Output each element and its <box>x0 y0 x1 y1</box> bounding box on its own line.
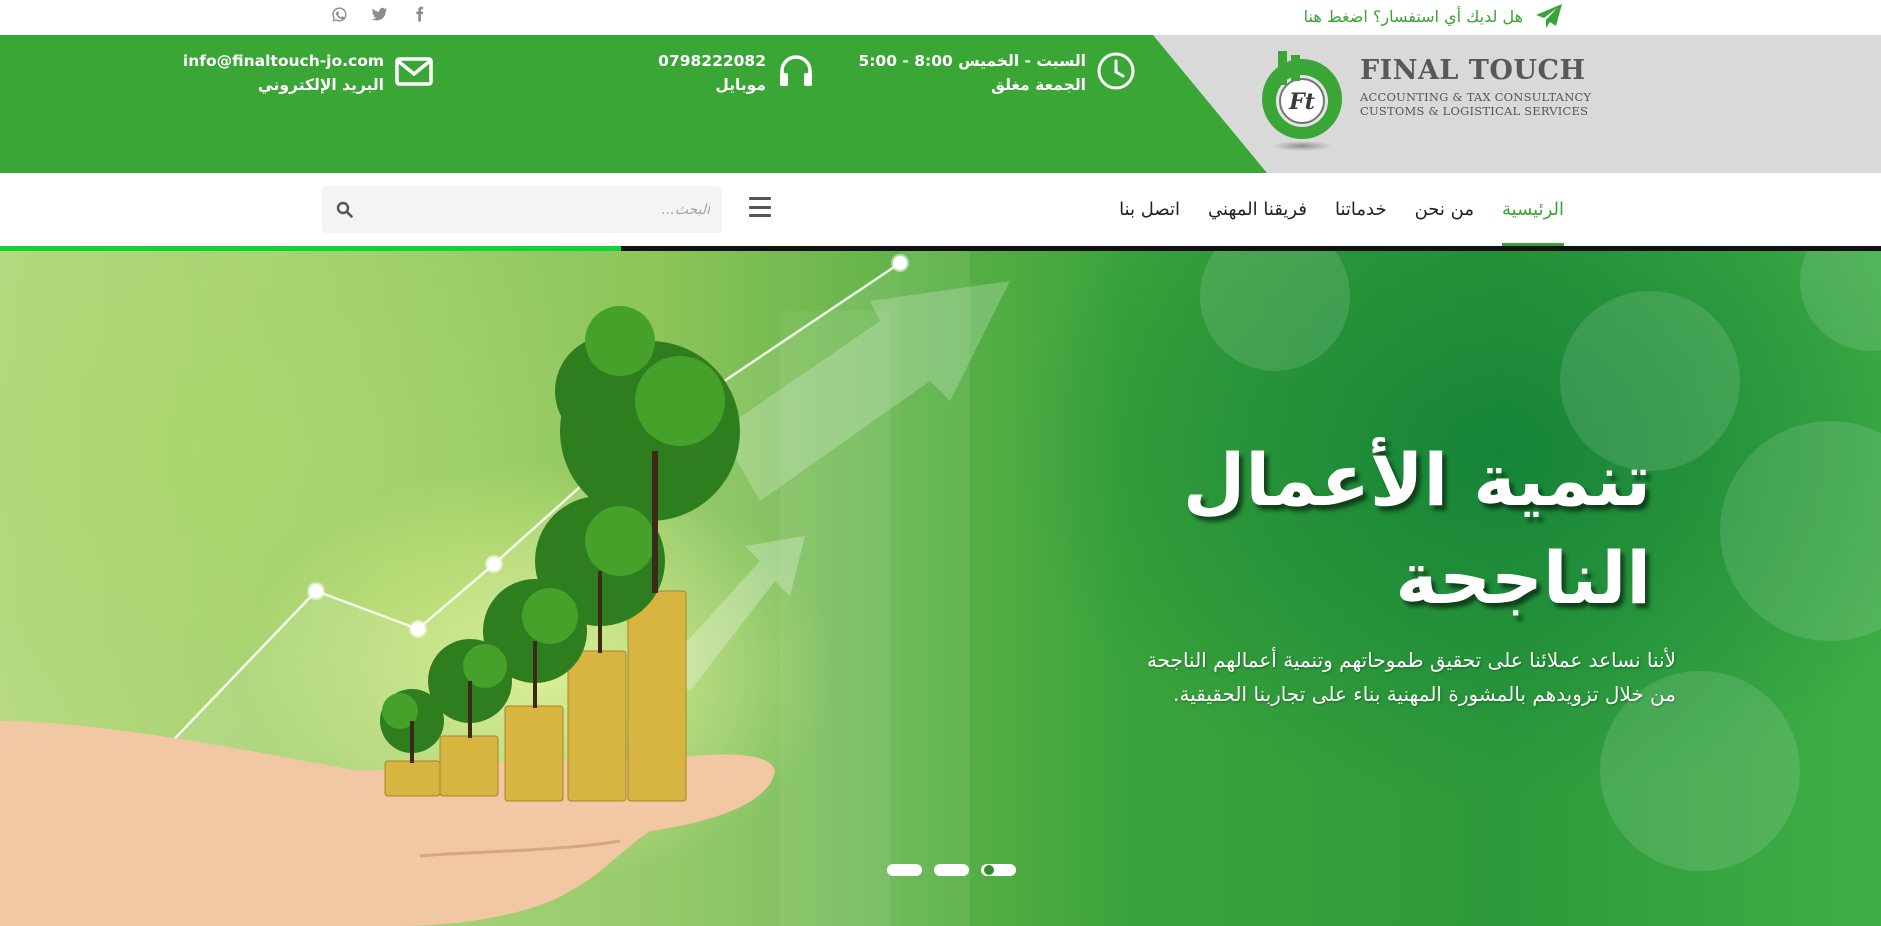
logo-shadow <box>1272 141 1332 151</box>
clock-icon <box>1097 52 1135 90</box>
hero-headline-line1: تنمية الأعمال <box>1182 438 1651 522</box>
nav-item-about[interactable]: من نحن <box>1401 173 1488 246</box>
slider-dot[interactable] <box>934 864 969 876</box>
hamburger-menu-icon[interactable] <box>749 197 771 217</box>
hero-headline-line2: الناجحة <box>1395 536 1651 620</box>
hero-subtitle-line2: من خلال تزويدهم بالمشورة المهنية بناء عل… <box>1173 682 1676 706</box>
hours-closed: الجمعة مغلق <box>991 76 1086 94</box>
logo[interactable]: Ft FINAL TOUCH ACCOUNTING & TAX CONSULTA… <box>1252 35 1591 173</box>
main-nav: الرئيسية من نحن خدماتنا فريقنا المهني ات… <box>0 173 1881 246</box>
nav-item-team[interactable]: فريقنا المهني <box>1194 173 1321 246</box>
paper-plane-icon <box>1536 4 1562 28</box>
brand-text: FINAL TOUCH ACCOUNTING & TAX CONSULTANCY… <box>1360 55 1591 118</box>
email-contact[interactable]: info@finaltouch-jo.com البريد الإلكتروني <box>183 49 434 119</box>
headphones-icon <box>780 55 812 86</box>
facebook-icon[interactable] <box>410 5 428 23</box>
header-band: Ft FINAL TOUCH ACCOUNTING & TAX CONSULTA… <box>0 35 1881 173</box>
brand-name: FINAL TOUCH <box>1360 55 1586 86</box>
inquiry-text: هل لديك أي استفسار؟ اضغط هنا <box>1303 6 1523 26</box>
hero-subtitle-line1: لأننا نساعد عملائنا على تحقيق طموحاتهم و… <box>1146 648 1676 672</box>
hero-subtitle: لأننا نساعد عملائنا على تحقيق طموحاتهم و… <box>956 643 1676 711</box>
slider-dot-active[interactable] <box>981 864 1016 876</box>
working-hours: السبت - الخميس 8:00 - 5:00 الجمعة مغلق <box>858 49 1136 119</box>
phone-number: 0798222082 <box>658 52 766 70</box>
envelope-icon <box>395 57 433 86</box>
phone-contact[interactable]: 0798222082 موبايل <box>658 49 816 119</box>
inquiry-link[interactable]: هل لديك أي استفسار؟ اضغط هنا <box>1304 3 1563 29</box>
email-address: info@finaltouch-jo.com <box>182 52 384 70</box>
logo-mark: Ft <box>1262 51 1342 139</box>
nav-item-contact[interactable]: اتصل بنا <box>1105 173 1194 246</box>
search-icon[interactable] <box>336 201 353 218</box>
svg-text:Ft: Ft <box>1288 89 1315 115</box>
nav-item-home[interactable]: الرئيسية <box>1488 173 1578 246</box>
whatsapp-icon[interactable] <box>330 5 348 23</box>
email-label: البريد الإلكتروني <box>257 76 384 94</box>
slider-dot[interactable] <box>887 864 922 876</box>
social-links <box>330 5 428 23</box>
phone-label: موبايل <box>715 76 766 94</box>
slider-dots <box>887 864 1016 876</box>
hero-slider: تنمية الأعمال الناجحة لأننا نساعد عملائن… <box>0 251 1881 926</box>
brand-tagline-2: CUSTOMS & LOGISTICAL SERVICES <box>1360 104 1589 118</box>
nav-item-services[interactable]: خدماتنا <box>1321 173 1401 246</box>
hours-text: السبت - الخميس 8:00 - 5:00 <box>858 52 1086 70</box>
top-bar: هل لديك أي استفسار؟ اضغط هنا <box>0 0 1881 35</box>
hero-headline: تنمية الأعمال الناجحة <box>951 431 1651 627</box>
search-input[interactable] <box>372 186 712 233</box>
search-box <box>322 186 722 233</box>
brand-tagline-1: ACCOUNTING & TAX CONSULTANCY <box>1360 90 1592 104</box>
twitter-icon[interactable] <box>370 5 388 23</box>
nav-menu: الرئيسية من نحن خدماتنا فريقنا المهني ات… <box>1105 173 1578 246</box>
